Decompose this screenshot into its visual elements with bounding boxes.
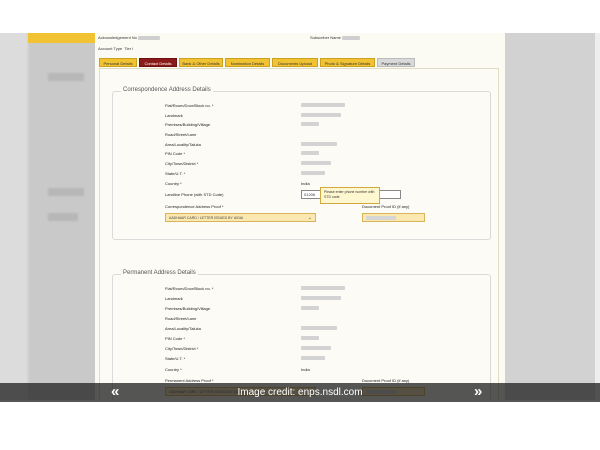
tab-contact-details[interactable]: Contact Details bbox=[139, 58, 177, 67]
field-label: Flat/Room/Door/Block no. * bbox=[165, 103, 214, 108]
tab-payment-details[interactable]: Payment Details bbox=[377, 58, 415, 67]
field-value bbox=[301, 346, 331, 350]
correspondence-address-section: Correspondence Address Details Flat/Room… bbox=[112, 87, 491, 240]
permanent-address-section: Permanent Address Details Flat/Room/Door… bbox=[112, 270, 491, 400]
field-value bbox=[301, 336, 319, 340]
field-label: Country * bbox=[165, 181, 182, 186]
field-label: State/U.T. * bbox=[165, 356, 186, 361]
tab-documents-upload[interactable]: Documents Upload bbox=[272, 58, 318, 67]
field-label: Landmark bbox=[165, 296, 183, 301]
section-title: Permanent Address Details bbox=[121, 270, 198, 276]
field-label: City/Town/District * bbox=[165, 346, 199, 351]
field-label: Flat/Room/Door/Block no. * bbox=[165, 286, 214, 291]
contact-details-panel: Correspondence Address Details Flat/Room… bbox=[99, 68, 499, 400]
field-label: Document Proof ID (if any) bbox=[362, 204, 410, 209]
enps-form-page: Acknowledgement No Subscriber Name Accou… bbox=[95, 33, 505, 400]
background-yellow-bar bbox=[28, 33, 96, 43]
account-type-label: Account Type Tier I bbox=[98, 46, 134, 51]
tab-bank-other-details[interactable]: Bank & Other Details bbox=[179, 58, 223, 67]
field-value bbox=[301, 142, 337, 146]
tab-personal-details[interactable]: Personal Details bbox=[99, 58, 137, 67]
field-value bbox=[301, 103, 345, 107]
tab-nomination-details[interactable]: Nomination Details bbox=[225, 58, 270, 67]
field-value bbox=[301, 356, 325, 360]
background-left-panel bbox=[28, 33, 98, 400]
field-label: City/Town/District * bbox=[165, 161, 199, 166]
field-value bbox=[301, 286, 345, 290]
correspondence-document-id-input[interactable] bbox=[362, 213, 425, 222]
field-label: PIN Code * bbox=[165, 336, 186, 341]
field-label: Area/Locality/Taluka bbox=[165, 142, 201, 147]
field-label: Area/Locality/Taluka bbox=[165, 326, 201, 331]
tab-photo-signature-details[interactable]: Photo & Signature Details bbox=[320, 58, 375, 67]
acknowledgement-label: Acknowledgement No bbox=[98, 35, 161, 40]
image-credit-bar: « Image credit: enps.nsdl.com » bbox=[0, 383, 600, 402]
field-value bbox=[301, 296, 341, 300]
field-value bbox=[301, 122, 319, 126]
field-label: Landmark bbox=[165, 113, 183, 118]
subscriber-name-label: Subscriber Name bbox=[310, 35, 361, 40]
field-value bbox=[301, 113, 341, 117]
next-arrow-icon[interactable]: » bbox=[474, 383, 482, 401]
screenshot-area: Acknowledgement No Subscriber Name Accou… bbox=[0, 33, 600, 400]
chevron-down-icon: ⌄ bbox=[307, 215, 312, 221]
field-value bbox=[301, 151, 319, 155]
correspondence-address-proof-select[interactable]: AADHAAR CARD / LETTER ISSUED BY UIDAI ⌄ bbox=[165, 213, 316, 222]
field-label: State/U.T. * bbox=[165, 171, 186, 176]
image-credit-text: Image credit: enps.nsdl.com bbox=[237, 387, 363, 398]
field-label: Premises/Building/Village bbox=[165, 122, 211, 127]
field-value bbox=[301, 161, 331, 165]
field-label: Premises/Building/Village bbox=[165, 306, 211, 311]
background-right-panel bbox=[505, 33, 600, 400]
country-value: India bbox=[301, 181, 310, 186]
field-value bbox=[301, 326, 337, 330]
field-label: Road/Street/Lane bbox=[165, 132, 197, 137]
field-value bbox=[301, 171, 325, 175]
field-label: Correspondence Address Proof * bbox=[165, 204, 224, 209]
field-label: Road/Street/Lane bbox=[165, 316, 197, 321]
field-label: Country * bbox=[165, 367, 182, 372]
field-value bbox=[301, 306, 319, 310]
field-label: PIN Code * bbox=[165, 151, 186, 156]
field-label: Landline Phone (with STD Code) bbox=[165, 192, 224, 197]
phone-validation-tooltip: Please enter phone number with STD code bbox=[320, 187, 380, 204]
country-value: India bbox=[301, 367, 310, 372]
section-title: Correspondence Address Details bbox=[121, 87, 213, 93]
